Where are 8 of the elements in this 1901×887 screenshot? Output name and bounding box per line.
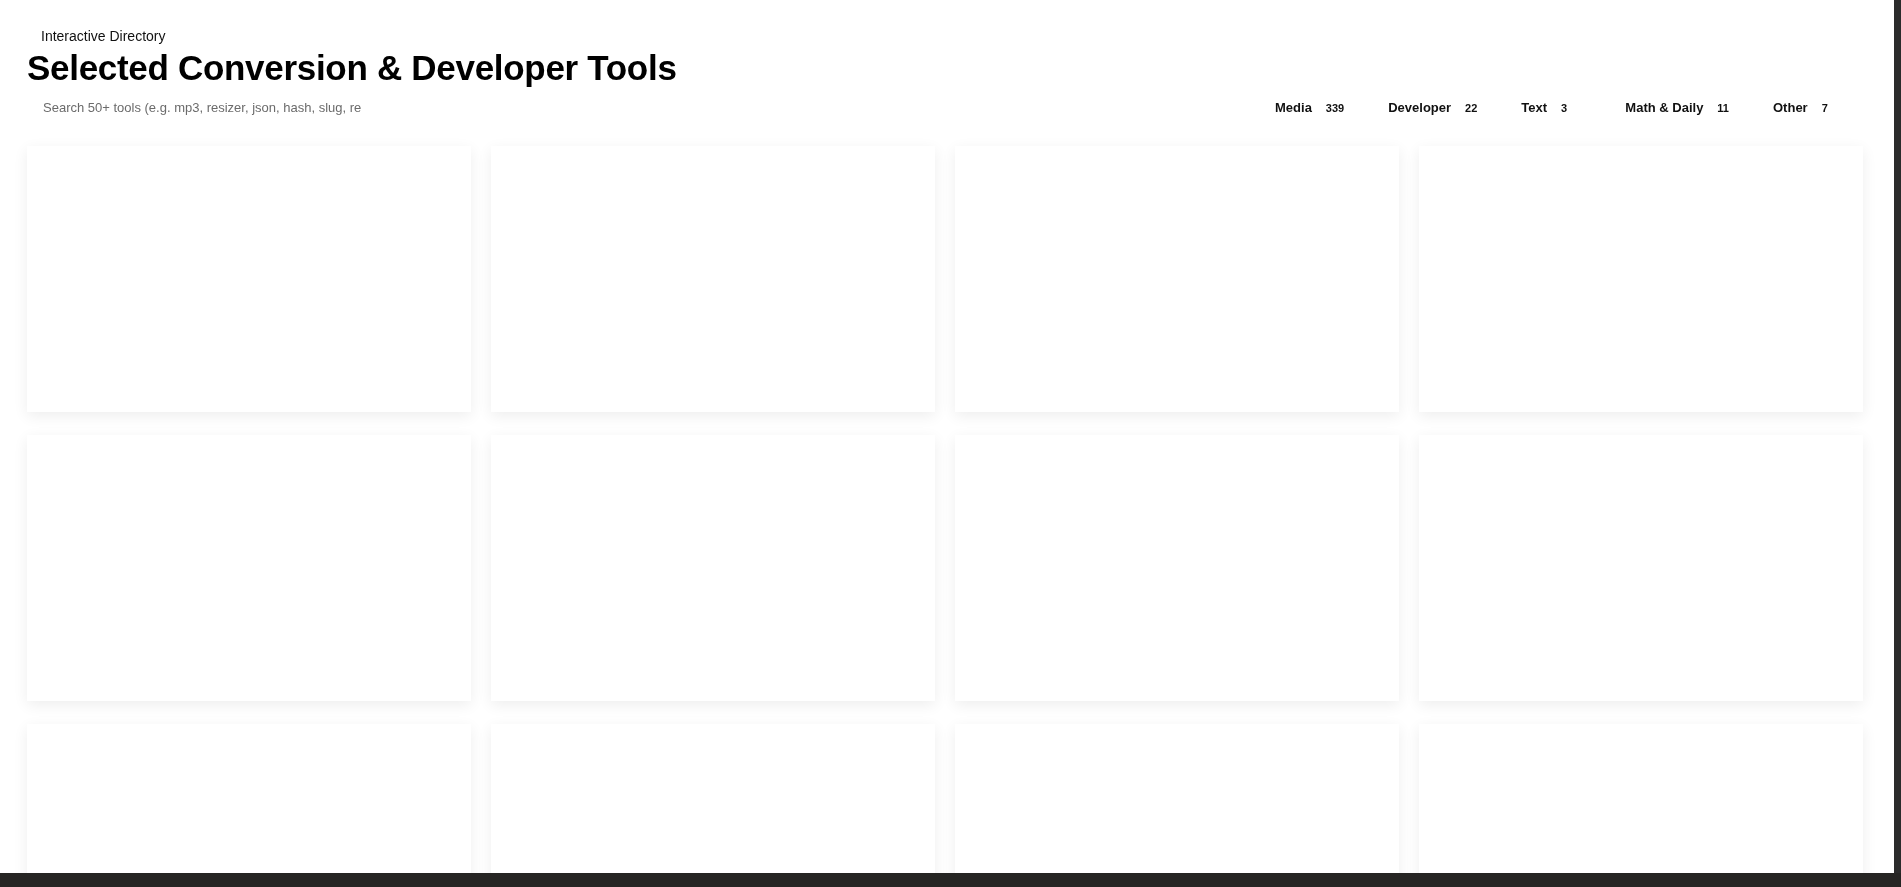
category-tab[interactable]: Text 3 bbox=[1501, 94, 1602, 121]
page-title: Selected Conversion & Developer Tools bbox=[27, 48, 677, 88]
category-tab[interactable]: Other 7 bbox=[1753, 94, 1853, 121]
eyebrow-label: Interactive Directory bbox=[41, 28, 166, 44]
category-tab[interactable]: Developer 22 bbox=[1368, 94, 1498, 121]
category-tab[interactable]: Media 339 bbox=[1255, 94, 1365, 121]
search-field[interactable]: Search 50+ tools (e.g. mp3, resizer, json, hash, slug, re bbox=[41, 99, 465, 116]
category-tab[interactable]: Math & Daily 11 bbox=[1605, 94, 1749, 121]
